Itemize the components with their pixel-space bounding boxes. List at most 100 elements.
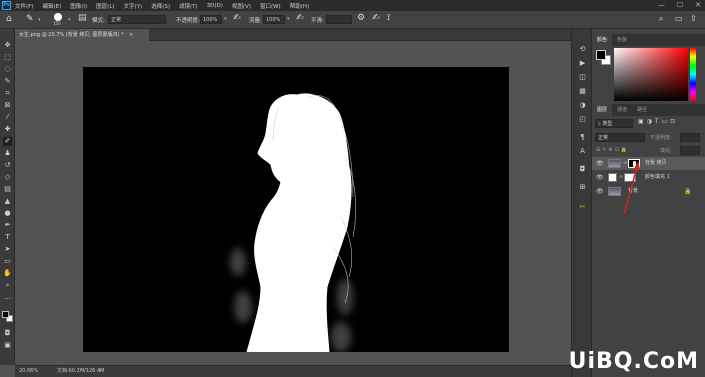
styles-panel-icon[interactable]: ◰ <box>578 115 587 124</box>
close-tab-icon[interactable]: × <box>129 32 133 38</box>
opacity-input[interactable]: 100% <box>200 15 222 24</box>
clone-stamp-tool-icon[interactable]: ♟ <box>3 149 12 158</box>
properties-panel-icon[interactable]: ◫ <box>578 73 587 82</box>
menu-type[interactable]: 文字(Y) <box>124 2 143 10</box>
healing-tool-icon[interactable]: ✚ <box>3 125 12 134</box>
maximize-button[interactable]: ☐ <box>677 1 683 9</box>
menu-3d[interactable]: 3D(D) <box>207 3 223 9</box>
chevron-down-icon[interactable]: ▾ <box>38 17 41 23</box>
search-icon[interactable]: ⌕ <box>659 14 663 24</box>
zoom-level[interactable]: 20.66% <box>19 366 38 377</box>
menu-layer[interactable]: 图层(L) <box>96 2 114 10</box>
adjustments-panel-icon[interactable]: ◑ <box>578 101 587 110</box>
path-select-tool-icon[interactable]: ➤ <box>3 245 12 254</box>
blend-mode-select[interactable]: 正常 <box>595 133 645 142</box>
tab-paths[interactable]: 路径 <box>632 104 652 116</box>
layer-row[interactable]: 👁 背景 🔒 <box>592 185 705 198</box>
type-tool-icon[interactable]: T <box>3 233 12 242</box>
pressure-size-icon[interactable]: ✍ <box>372 13 380 23</box>
hue-slider[interactable] <box>690 48 696 101</box>
pen-tool-icon[interactable]: ✒ <box>3 221 12 230</box>
chevron-down-icon[interactable]: ▾ <box>68 17 71 23</box>
color-field[interactable] <box>614 48 688 101</box>
tab-swatches[interactable]: 色板 <box>612 34 632 46</box>
symmetry-icon[interactable]: ⟟ <box>387 13 390 23</box>
foreground-color-chip[interactable] <box>596 50 606 60</box>
share-icon[interactable]: ⇪ <box>690 14 697 23</box>
lock-icons[interactable]: ⊞✎✥⊡🔒 <box>596 147 629 153</box>
move-tool-icon[interactable]: ✥ <box>3 41 12 50</box>
measurement-panel-icon[interactable]: ⊞ <box>578 183 587 192</box>
minimize-button[interactable]: — <box>658 1 665 9</box>
fill-layer-thumbnail <box>608 173 617 182</box>
menu-view[interactable]: 视图(V) <box>232 2 251 10</box>
airbrush-icon[interactable]: ✍ <box>296 13 304 23</box>
flow-input[interactable]: 100% <box>263 15 285 24</box>
layer-name[interactable]: 颜色填充 1 <box>645 171 670 184</box>
layer-fill-input[interactable] <box>680 146 700 155</box>
layer-opacity-label: 不透明度: <box>650 135 672 141</box>
menu-filter[interactable]: 滤镜(T) <box>179 2 198 10</box>
annotation-arrow <box>623 161 640 216</box>
brush-tool-icon[interactable]: ✐ <box>3 137 12 146</box>
brush-settings-icon[interactable]: ▤ <box>78 13 87 23</box>
chevron-down-icon[interactable]: ▾ <box>224 16 227 22</box>
layer-filter-select[interactable]: ⌕ 类型 <box>595 119 633 128</box>
layer-name[interactable]: 背景 拷贝 <box>645 157 667 170</box>
smoothing-input[interactable] <box>326 15 352 24</box>
lasso-tool-icon[interactable]: ◌ <box>3 65 12 74</box>
tab-color[interactable]: 颜色 <box>592 34 613 46</box>
marquee-tool-icon[interactable]: ⬚ <box>3 53 12 62</box>
layer-filter-icons[interactable]: ▣◑T▭⊡ <box>638 118 678 125</box>
more-tools-icon[interactable]: … <box>3 293 12 302</box>
quick-mask-icon[interactable]: ◘ <box>3 329 12 338</box>
gradient-tool-icon[interactable]: ▤ <box>3 185 12 194</box>
menu-select[interactable]: 选择(S) <box>151 2 170 10</box>
crop-tool-icon[interactable]: ⌗ <box>3 89 12 98</box>
visibility-eye-icon[interactable]: 👁 <box>596 157 604 170</box>
character-panel-icon[interactable]: A <box>578 147 587 156</box>
document-canvas[interactable] <box>83 67 509 352</box>
gear-icon[interactable]: ⚙ <box>357 13 365 23</box>
paragraph-panel-icon[interactable]: ¶ <box>578 133 587 142</box>
close-button[interactable]: ✕ <box>695 1 701 9</box>
visibility-eye-icon[interactable]: 👁 <box>596 171 604 184</box>
screen-mode-icon[interactable]: ▣ <box>3 341 12 350</box>
frame-tool-icon[interactable]: ⊠ <box>3 101 12 110</box>
quick-select-tool-icon[interactable]: ✎ <box>3 77 12 86</box>
visibility-eye-icon[interactable]: 👁 <box>596 185 604 198</box>
3d-panel-icon[interactable]: ◘ <box>578 165 587 174</box>
pressure-opacity-icon[interactable]: ✍ <box>233 13 241 23</box>
history-brush-tool-icon[interactable]: ↺ <box>3 161 12 170</box>
menu-image[interactable]: 图像(I) <box>70 2 87 10</box>
zoom-tool-icon[interactable]: ⌕ <box>3 281 12 290</box>
menu-window[interactable]: 窗口(W) <box>260 2 281 10</box>
layer-opacity-input[interactable] <box>680 133 700 142</box>
home-icon[interactable]: ⌂ <box>6 14 12 24</box>
menu-edit[interactable]: 编辑(E) <box>42 2 61 10</box>
eraser-tool-icon[interactable]: ◇ <box>3 173 12 182</box>
menu-file[interactable]: 文件(F) <box>15 2 33 10</box>
actions-panel-icon[interactable]: ▶ <box>578 59 587 68</box>
mode-select[interactable]: 正常 <box>108 15 166 24</box>
tab-layers[interactable]: 图层 <box>592 104 613 116</box>
libraries-panel-icon[interactable]: ▦ <box>578 87 587 96</box>
workspace-icon[interactable]: ▭ <box>675 14 683 23</box>
chevron-right-icon[interactable]: › <box>99 366 101 377</box>
menu-help[interactable]: 帮助(H) <box>290 2 309 10</box>
chevron-down-icon[interactable]: ▾ <box>287 16 290 22</box>
brush-preset-icon[interactable]: ✎ <box>26 14 34 24</box>
brush-size-preview[interactable] <box>54 13 62 21</box>
tools-preset-icon[interactable]: ✂ <box>578 203 587 212</box>
document-tab[interactable]: 女生.png @ 20.7% (背景 拷贝, 图层蒙版/8) * × <box>15 29 149 41</box>
layer-row[interactable]: 👁 ∞ 颜色填充 1 <box>592 171 705 184</box>
eyedropper-tool-icon[interactable]: ⁄ <box>3 113 12 122</box>
history-panel-icon[interactable]: ⟲ <box>578 45 587 54</box>
hand-tool-icon[interactable]: ✋ <box>3 269 12 278</box>
tab-channels[interactable]: 通道 <box>612 104 632 116</box>
layer-row[interactable]: 👁 ∞ 背景 拷贝 <box>592 157 705 170</box>
dodge-tool-icon[interactable]: ● <box>3 209 12 218</box>
blur-tool-icon[interactable]: ▲ <box>3 197 12 206</box>
shape-tool-icon[interactable]: ▭ <box>3 257 12 266</box>
foreground-color-swatch[interactable] <box>2 311 9 318</box>
